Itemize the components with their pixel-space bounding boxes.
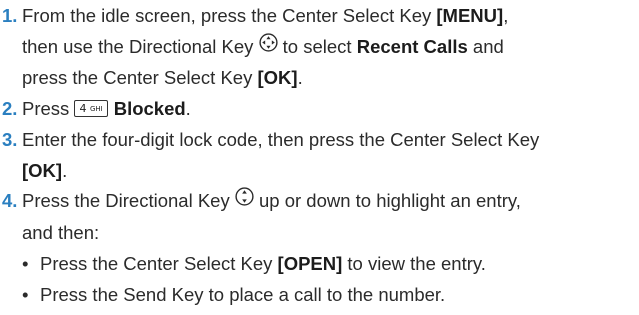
step-2-line-1: Press 4 GHI Blocked.: [22, 94, 639, 125]
step-text: then use the Directional Key: [22, 35, 259, 57]
step-4: 4. Press the Directional Key up or down …: [0, 186, 639, 248]
up-down-directional-key-icon: [235, 185, 254, 216]
step-2: 2. Press 4 GHI Blocked.: [0, 94, 639, 125]
blocked-label: Blocked: [113, 98, 186, 120]
step-text: to view the entry.: [342, 252, 486, 274]
recent-calls-label: Recent Calls: [356, 35, 468, 57]
step-3-line-2: [OK].: [22, 156, 639, 187]
step-number: 1.: [2, 5, 18, 26]
step-1: 1. From the idle screen, press the Cente…: [0, 1, 639, 94]
step-text: Press: [22, 98, 75, 120]
step-number: 2.: [2, 98, 18, 120]
step-4-line-1: Press the Directional Key up or down to …: [22, 186, 639, 218]
step-text: Press the Send Key to place a call to th…: [40, 283, 446, 305]
step-3-line-1: Enter the four-digit lock code, then pre…: [22, 128, 540, 150]
ok-key-label: [OK]: [257, 67, 298, 89]
keycap-letters: GHI: [89, 104, 103, 113]
ok-key-label: [OK]: [22, 159, 63, 181]
instructions-page: 1. From the idle screen, press the Cente…: [0, 0, 639, 315]
list-item: • Press the Send Key to place a call to …: [0, 280, 639, 311]
step-text: and: [467, 35, 504, 57]
open-key-label: [OPEN]: [277, 252, 343, 274]
step-text: ,: [503, 5, 509, 26]
step-1-line-3: press the Center Select Key [OK].: [22, 63, 639, 94]
step-text: Press the Center Select Key: [40, 252, 278, 274]
four-way-directional-key-icon: [258, 31, 278, 62]
step-text: .: [297, 67, 303, 89]
keycap-digit: 4: [79, 101, 87, 115]
step-text: up or down to highlight an entry,: [253, 190, 521, 212]
step-text: to select: [277, 35, 357, 57]
list-item: • Press the Center Select Key [OPEN] to …: [0, 249, 639, 280]
step-3: 3. Enter the four-digit lock code, then …: [0, 125, 639, 187]
bullet: •: [22, 252, 29, 274]
step-text: .: [185, 98, 191, 120]
step-text: .: [62, 159, 68, 181]
key-4-icon: 4 GHI: [74, 99, 108, 117]
step-number: 4.: [2, 190, 18, 212]
bullet: •: [22, 283, 29, 305]
step-text: Press the Directional Key: [22, 190, 235, 212]
step-1-line-1: From the idle screen, press the Center S…: [22, 1, 639, 32]
step-text: press the Center Select Key: [22, 67, 258, 89]
menu-key-label: [MENU]: [436, 5, 504, 26]
step-4-line-2: and then:: [22, 221, 100, 243]
step-1-line-2: then use the Directional Key to select R…: [22, 32, 639, 64]
step-number: 3.: [2, 128, 18, 150]
step-text: From the idle screen, press the Center S…: [22, 5, 437, 26]
